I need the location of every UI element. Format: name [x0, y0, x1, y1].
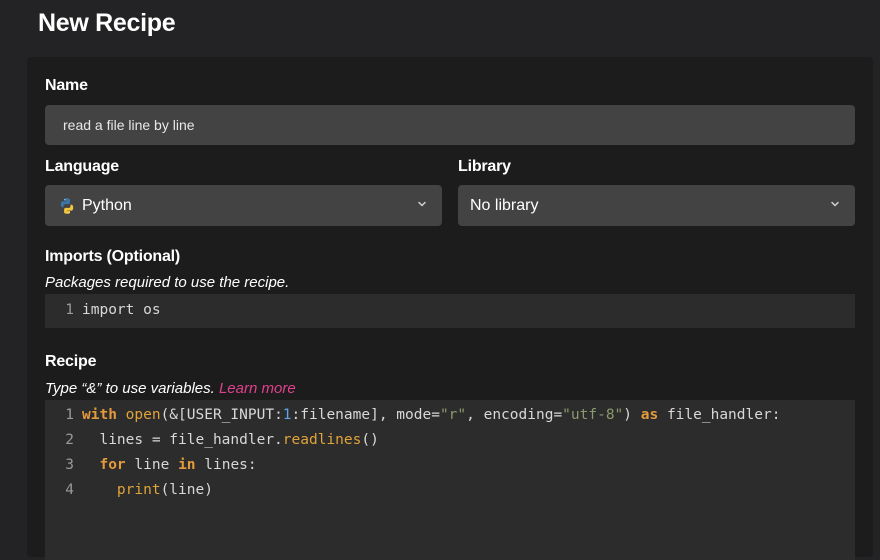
line-number: 4 [65, 482, 74, 498]
library-value: No library [470, 196, 539, 214]
python-icon [60, 197, 74, 214]
function-token: open [125, 407, 161, 423]
code-token: line [125, 457, 179, 473]
string-token: "utf-8" [562, 407, 624, 423]
name-input[interactable] [45, 105, 855, 145]
keyword-token: in [178, 457, 196, 473]
recipe-editor[interactable]: 1 with open(&[USER_INPUT:1:filename], mod… [45, 400, 855, 560]
code-token: :filename], mode= [291, 407, 440, 423]
keyword-token: as [640, 407, 659, 423]
line-number: 2 [65, 432, 74, 448]
page-title: New Recipe [38, 9, 176, 37]
function-token: readlines [282, 432, 362, 448]
line-number: 1 [65, 302, 74, 318]
code-token: ) [623, 407, 641, 423]
code-token: (line) [160, 482, 213, 498]
chevron-down-icon [831, 201, 839, 207]
line-number: 3 [65, 457, 74, 473]
string-token: "r" [439, 407, 467, 423]
code-text: import os [82, 302, 161, 318]
code-line: 1 import os [45, 298, 161, 323]
code-token: lines = file_handler. [82, 432, 283, 448]
library-label: Library [458, 158, 511, 175]
chevron-down-icon [418, 201, 426, 207]
imports-hint: Packages required to use the recipe. [45, 274, 290, 291]
code-line: 4 print(line) [45, 478, 213, 503]
learn-more-link[interactable]: Learn more [219, 380, 296, 397]
code-line: 3 for line in lines: [45, 453, 257, 478]
imports-label: Imports (Optional) [45, 248, 181, 265]
name-label: Name [45, 77, 88, 94]
recipe-hint-text: Type “&” to use variables. [45, 380, 215, 397]
language-label: Language [45, 158, 119, 175]
line-number: 1 [65, 407, 74, 423]
code-token: , encoding= [466, 407, 563, 423]
recipe-label: Recipe [45, 353, 97, 370]
code-line: 1 with open(&[USER_INPUT:1:filename], mod… [45, 403, 780, 428]
code-token: lines: [195, 457, 257, 473]
code-token: () [361, 432, 379, 448]
function-token: print [116, 482, 161, 498]
code-token: file_handler: [658, 407, 781, 423]
recipe-hint: Type “&” to use variables. Learn more [45, 380, 296, 397]
language-select[interactable]: Python [45, 185, 442, 226]
imports-editor[interactable]: 1 import os [45, 294, 855, 328]
library-select[interactable]: No library [458, 185, 855, 226]
code-token: (&[USER_INPUT: [160, 407, 283, 423]
keyword-token: with [82, 407, 117, 423]
number-token: 1 [282, 407, 292, 423]
keyword-token: for [99, 457, 126, 473]
language-value: Python [82, 196, 132, 214]
code-line: 2 lines = file_handler.readlines() [45, 428, 379, 453]
